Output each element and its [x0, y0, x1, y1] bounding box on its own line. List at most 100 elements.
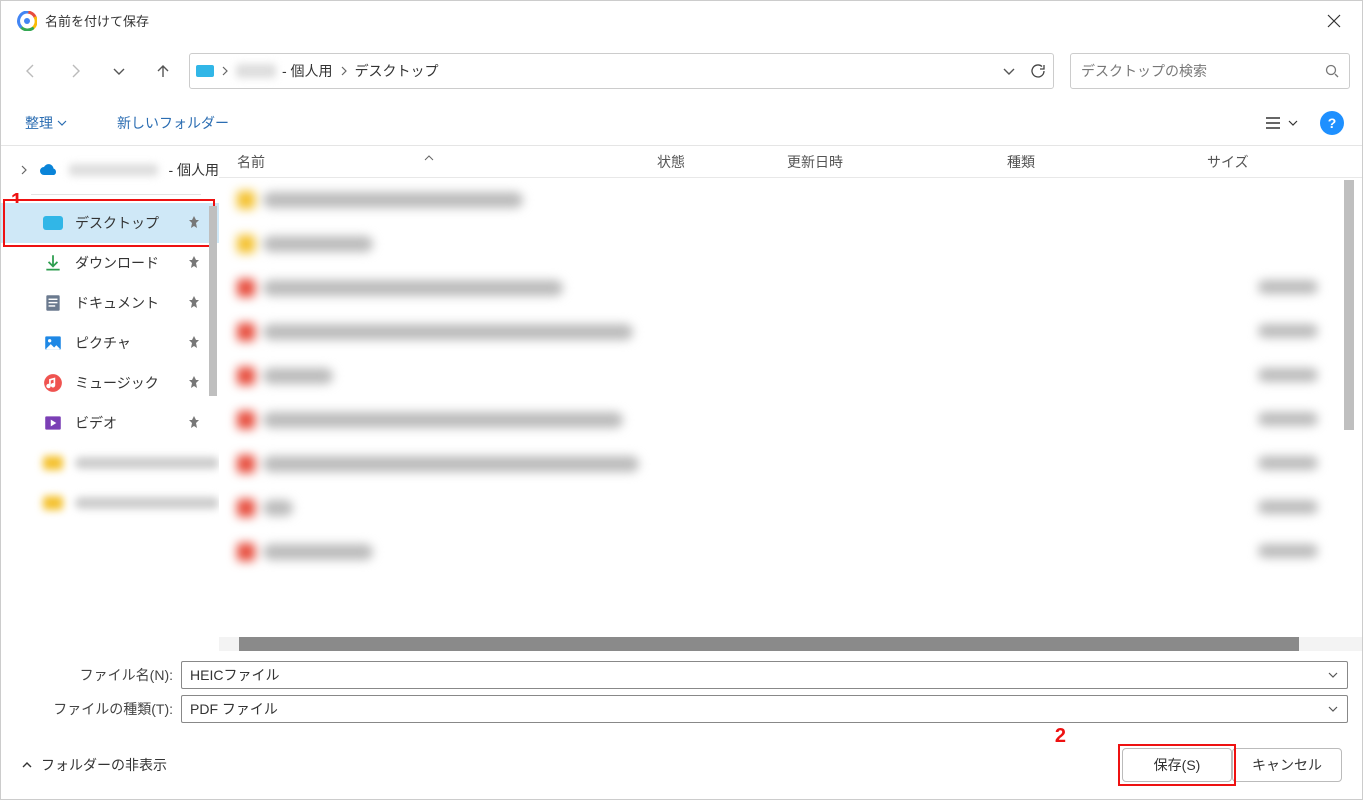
filename-label: ファイル名(N): — [15, 665, 173, 685]
close-icon — [1327, 14, 1341, 28]
video-icon — [43, 413, 63, 433]
sidebar-item-folder-2[interactable] — [1, 483, 219, 523]
sidebar-item-pictures[interactable]: ピクチャ — [1, 323, 219, 363]
breadcrumb-current[interactable]: デスクトップ — [355, 61, 439, 81]
file-list[interactable] — [219, 178, 1362, 637]
pin-icon — [187, 375, 201, 392]
breadcrumb[interactable]: - 個人用 デスクトップ — [189, 53, 1054, 89]
chevron-right-icon — [220, 66, 230, 76]
organize-label: 整理 — [25, 113, 53, 133]
pin-icon — [187, 295, 201, 312]
caret-down-icon — [57, 118, 67, 128]
sidebar-item-label: ダウンロード — [75, 253, 175, 273]
new-folder-button[interactable]: 新しいフォルダー — [111, 109, 235, 137]
footer: フォルダーの非表示 2 保存(S) キャンセル — [1, 731, 1362, 799]
toolbar: 整理 新しいフォルダー ? — [1, 101, 1362, 145]
pc-icon — [196, 65, 214, 77]
tree-root-user — [69, 164, 158, 176]
tree-scrollbar[interactable] — [207, 206, 219, 651]
filename-field[interactable]: HEICファイル — [181, 661, 1348, 689]
list-view-icon — [1264, 114, 1282, 132]
sidebar-item-videos[interactable]: ビデオ — [1, 403, 219, 443]
tree-root-suffix: - 個人用 — [168, 160, 219, 180]
chevron-down-icon — [1327, 703, 1339, 715]
sidebar-item-label: デスクトップ — [75, 213, 175, 233]
list-item[interactable] — [219, 222, 1362, 266]
horizontal-scrollbar[interactable] — [219, 637, 1362, 651]
annotation-2: 2 — [1055, 725, 1066, 748]
hide-folders-toggle[interactable]: フォルダーの非表示 — [21, 755, 167, 775]
title-bar: 名前を付けて保存 — [1, 1, 1362, 41]
filename-value: HEICファイル — [190, 665, 1327, 685]
window-title: 名前を付けて保存 — [45, 11, 149, 30]
breadcrumb-user-suffix[interactable]: - 個人用 — [282, 61, 333, 81]
pictures-icon — [43, 333, 63, 353]
desktop-icon — [43, 213, 63, 233]
filetype-label: ファイルの種類(T): — [15, 699, 173, 719]
list-item[interactable] — [219, 398, 1362, 442]
list-item[interactable] — [219, 178, 1362, 222]
tree-root-onedrive[interactable]: - 個人用 — [1, 152, 219, 188]
chevron-down-icon — [1327, 669, 1339, 681]
help-button[interactable]: ? — [1320, 111, 1344, 135]
sidebar-item-folder-1[interactable] — [1, 443, 219, 483]
list-item[interactable] — [219, 530, 1362, 574]
col-size[interactable]: サイズ — [1189, 152, 1338, 172]
filetype-value: PDF ファイル — [190, 699, 1327, 719]
save-form: ファイル名(N): HEICファイル ファイルの種類(T): PDF ファイル — [1, 651, 1362, 731]
tree-separator — [31, 194, 201, 195]
list-item[interactable] — [219, 266, 1362, 310]
sort-asc-icon — [424, 148, 434, 164]
breadcrumb-user[interactable] — [236, 64, 276, 78]
pin-icon — [187, 415, 201, 432]
tree-pane: - 個人用 1 デスクトップ ダウンロード ドキュメント ピクチャ — [1, 146, 219, 651]
sidebar-item-downloads[interactable]: ダウンロード — [1, 243, 219, 283]
search-input[interactable]: デスクトップの検索 — [1070, 53, 1350, 89]
col-name[interactable]: 名前 — [219, 152, 639, 172]
search-icon — [1325, 64, 1339, 78]
col-state[interactable]: 状態 — [639, 152, 769, 172]
close-button[interactable] — [1314, 5, 1354, 37]
list-item[interactable] — [219, 354, 1362, 398]
up-button[interactable] — [145, 53, 181, 89]
app-icon — [17, 11, 37, 31]
music-icon — [43, 373, 63, 393]
pin-icon — [187, 335, 201, 352]
forward-button[interactable] — [57, 53, 93, 89]
refresh-button[interactable] — [1029, 62, 1047, 80]
cancel-button[interactable]: キャンセル — [1232, 748, 1342, 782]
vertical-scrollbar[interactable] — [1342, 180, 1356, 633]
new-folder-label: 新しいフォルダー — [117, 113, 229, 133]
search-placeholder: デスクトップの検索 — [1081, 61, 1325, 81]
nav-row: - 個人用 デスクトップ デスクトップの検索 — [1, 41, 1362, 101]
sidebar-item-desktop[interactable]: デスクトップ — [1, 203, 219, 243]
list-item[interactable] — [219, 442, 1362, 486]
sidebar-item-documents[interactable]: ドキュメント — [1, 283, 219, 323]
document-icon — [43, 293, 63, 313]
recent-dropdown[interactable] — [101, 53, 137, 89]
list-item[interactable] — [219, 486, 1362, 530]
view-mode-dropdown[interactable] — [1258, 110, 1304, 136]
hide-folders-label: フォルダーの非表示 — [41, 755, 167, 775]
col-date[interactable]: 更新日時 — [769, 152, 989, 172]
breadcrumb-dropdown[interactable] — [1001, 63, 1017, 79]
chevron-right-icon — [339, 66, 349, 76]
sidebar-item-music[interactable]: ミュージック — [1, 363, 219, 403]
caret-down-icon — [1288, 118, 1298, 128]
filetype-field[interactable]: PDF ファイル — [181, 695, 1348, 723]
cloud-icon — [39, 160, 59, 180]
save-button[interactable]: 保存(S) — [1122, 748, 1232, 782]
back-button[interactable] — [13, 53, 49, 89]
column-headers: 名前 状態 更新日時 種類 サイズ — [219, 146, 1362, 178]
sidebar-item-label: ドキュメント — [75, 293, 175, 313]
pin-icon — [187, 255, 201, 272]
chevron-right-icon — [19, 165, 29, 175]
sidebar-item-label: ミュージック — [75, 373, 175, 393]
sidebar-item-label: ビデオ — [75, 413, 175, 433]
organize-dropdown[interactable]: 整理 — [19, 109, 73, 137]
chevron-up-icon — [21, 759, 33, 771]
list-item[interactable] — [219, 310, 1362, 354]
sidebar-item-label: ピクチャ — [75, 333, 175, 353]
col-type[interactable]: 種類 — [989, 152, 1189, 172]
pin-icon — [187, 215, 201, 232]
